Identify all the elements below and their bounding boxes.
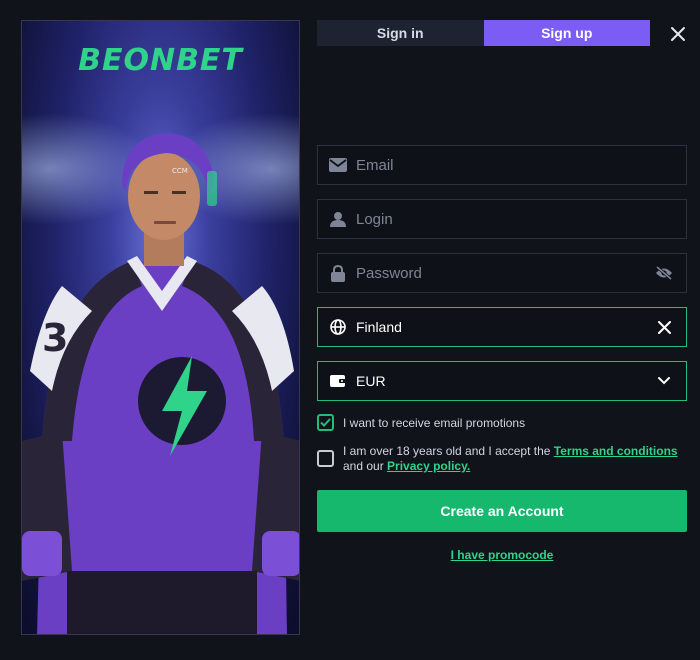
toggle-password-visibility[interactable] [654,263,674,283]
terms-checkbox[interactable] [317,450,334,467]
close-button[interactable] [664,20,692,48]
svg-text:CCM: CCM [172,167,188,175]
email-input[interactable] [356,156,686,174]
close-icon [671,27,685,41]
checkmark-icon [320,418,331,427]
terms-label: I am over 18 years old and I accept the … [343,444,687,474]
currency-select[interactable]: EUR [317,361,687,401]
clear-country-button[interactable] [654,317,674,337]
login-input[interactable] [356,210,686,228]
lock-icon [328,263,348,283]
signup-modal: BEONBET 3 CCM Sign in Sign up Email Logi… [0,0,700,660]
svg-text:3: 3 [42,316,68,360]
tab-sign-up[interactable]: Sign up [483,20,650,46]
promotions-checkbox[interactable] [317,414,334,431]
eye-off-icon [656,266,672,280]
login-field[interactable] [317,199,687,239]
tab-sign-in[interactable]: Sign in [317,20,484,46]
password-field[interactable] [317,253,687,293]
terms-link[interactable]: Terms and conditions [554,444,678,458]
chevron-down-icon [658,377,670,385]
promo-banner: BEONBET 3 CCM [21,20,300,635]
email-field[interactable] [317,145,687,185]
create-account-button[interactable]: Create an Account [317,490,687,532]
user-icon [328,209,348,229]
auth-tabs: Sign in Sign up [317,20,650,46]
country-select[interactable]: Finland [317,307,687,347]
promotions-label: I want to receive email promotions [343,416,526,430]
hockey-player-illustration: 3 CCM [22,133,299,634]
password-input[interactable] [356,264,654,282]
promotions-option: I want to receive email promotions [317,414,525,431]
terms-text-middle: and our [343,459,388,473]
terms-text-before: I am over 18 years old and I accept the [343,444,554,458]
privacy-link[interactable]: Privacy policy. [387,459,470,473]
currency-value: EUR [356,373,386,389]
envelope-icon [328,155,348,175]
country-value: Finland [356,319,402,335]
currency-dropdown-toggle[interactable] [654,371,674,391]
close-icon [657,320,671,334]
wallet-icon [328,371,348,391]
promocode-link[interactable]: I have promocode [317,548,687,562]
brand-logo: BEONBET [78,43,243,78]
terms-option: I am over 18 years old and I accept the … [317,444,687,474]
globe-icon [328,317,348,337]
